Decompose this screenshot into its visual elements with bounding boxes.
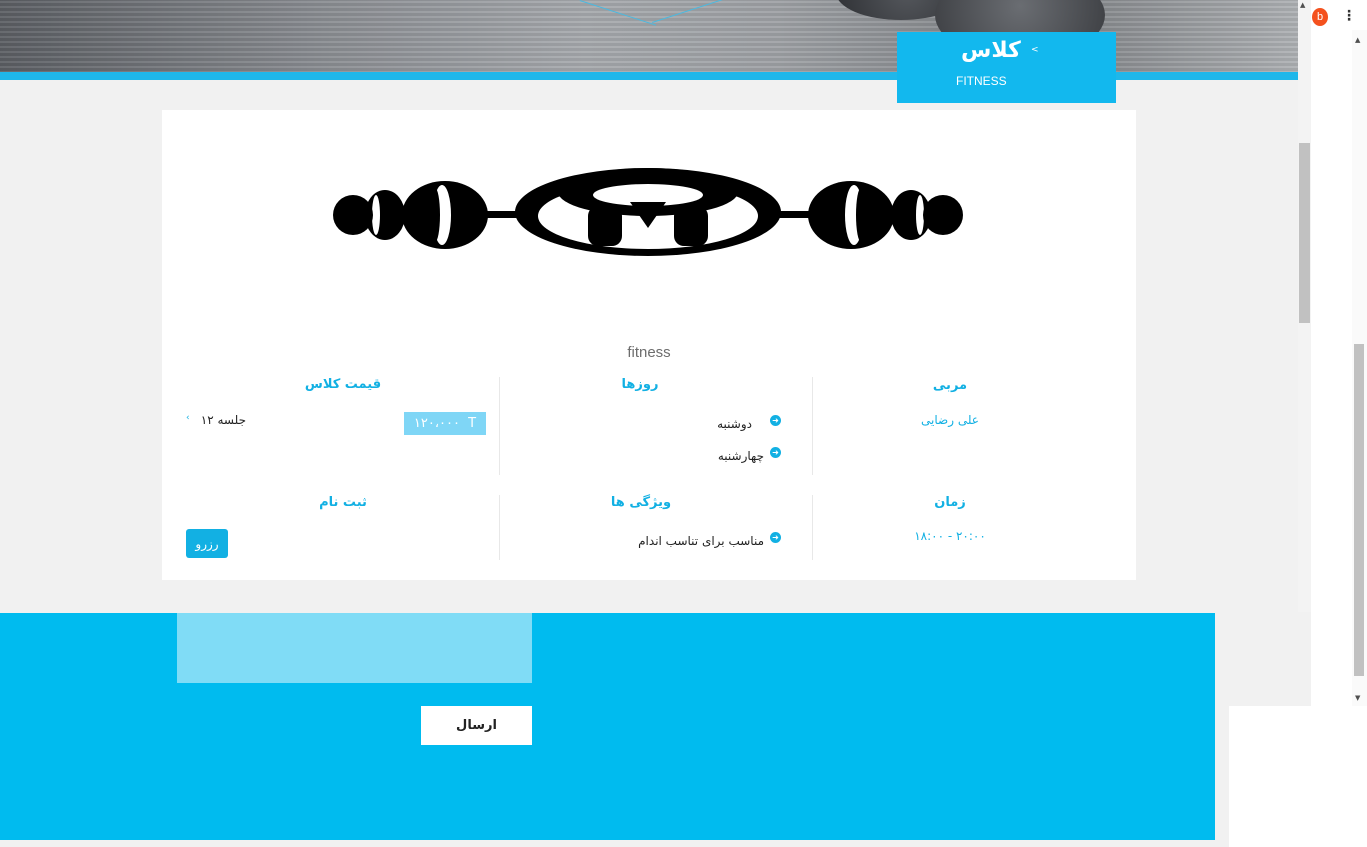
scroll-down-icon[interactable]: ▼ [1355, 694, 1360, 702]
arrow-circle-icon: ➜ [770, 415, 781, 426]
scroll-up-icon[interactable]: ▲ [1300, 1, 1305, 9]
feature-item: مناسب برای تناسب اندام [638, 534, 764, 548]
time-heading: زمان [934, 495, 966, 510]
price-amount: ۱۲۰،۰۰۰ [413, 416, 460, 431]
page-scrollbar-thumb[interactable] [1354, 344, 1364, 676]
kebab-menu-icon[interactable]: ⋮ [1342, 8, 1356, 24]
page-title-box: کلاس < FITNESS [897, 32, 1116, 103]
inner-scrollbar-thumb[interactable] [1299, 143, 1310, 323]
price-heading: قیمت کلاس [304, 377, 382, 392]
features-heading: ویژگی ها [610, 495, 672, 510]
class-time: ۱۸:۰۰ - ۲۰:۰۰ [914, 529, 986, 543]
reserve-button[interactable]: رزرو [186, 529, 228, 558]
dumbbell-logo [333, 168, 963, 256]
column-divider [499, 377, 500, 475]
breadcrumb-chevron-icon[interactable]: < [1031, 45, 1039, 55]
currency-symbol: T [468, 416, 477, 431]
blank-area [1229, 706, 1367, 847]
register-heading: ثبت نام [319, 495, 367, 510]
days-heading: روزها [621, 377, 659, 392]
extension-avatar-icon[interactable]: b [1312, 8, 1328, 26]
page-title: کلاس [961, 38, 1021, 63]
chevron-left-icon: ‹ [186, 413, 190, 423]
day-item: دوشنبه [717, 417, 752, 431]
page-scrollbar[interactable]: ▲ ▼ [1352, 30, 1367, 706]
coach-heading: مربی [932, 378, 968, 393]
message-textarea[interactable] [177, 613, 532, 683]
day-item: چهارشنبه [717, 449, 764, 463]
sessions-count: جلسه ۱۲ [200, 413, 246, 427]
column-divider [812, 495, 813, 560]
column-divider [812, 377, 813, 475]
column-divider [499, 495, 500, 560]
arrow-circle-icon: ➜ [770, 532, 781, 543]
send-button[interactable]: ارسال [421, 706, 532, 745]
coach-name[interactable]: علی رضایی [910, 413, 990, 427]
price-badge: ۱۲۰،۰۰۰ T [404, 412, 486, 435]
class-name: fitness [627, 344, 671, 361]
page-subtitle: FITNESS [956, 74, 1007, 88]
arrow-circle-icon: ➜ [770, 447, 781, 458]
contact-footer: ارسال [0, 613, 1215, 840]
inner-scrollbar[interactable]: ▲ [1298, 0, 1311, 612]
scroll-up-icon[interactable]: ▲ [1355, 36, 1360, 44]
